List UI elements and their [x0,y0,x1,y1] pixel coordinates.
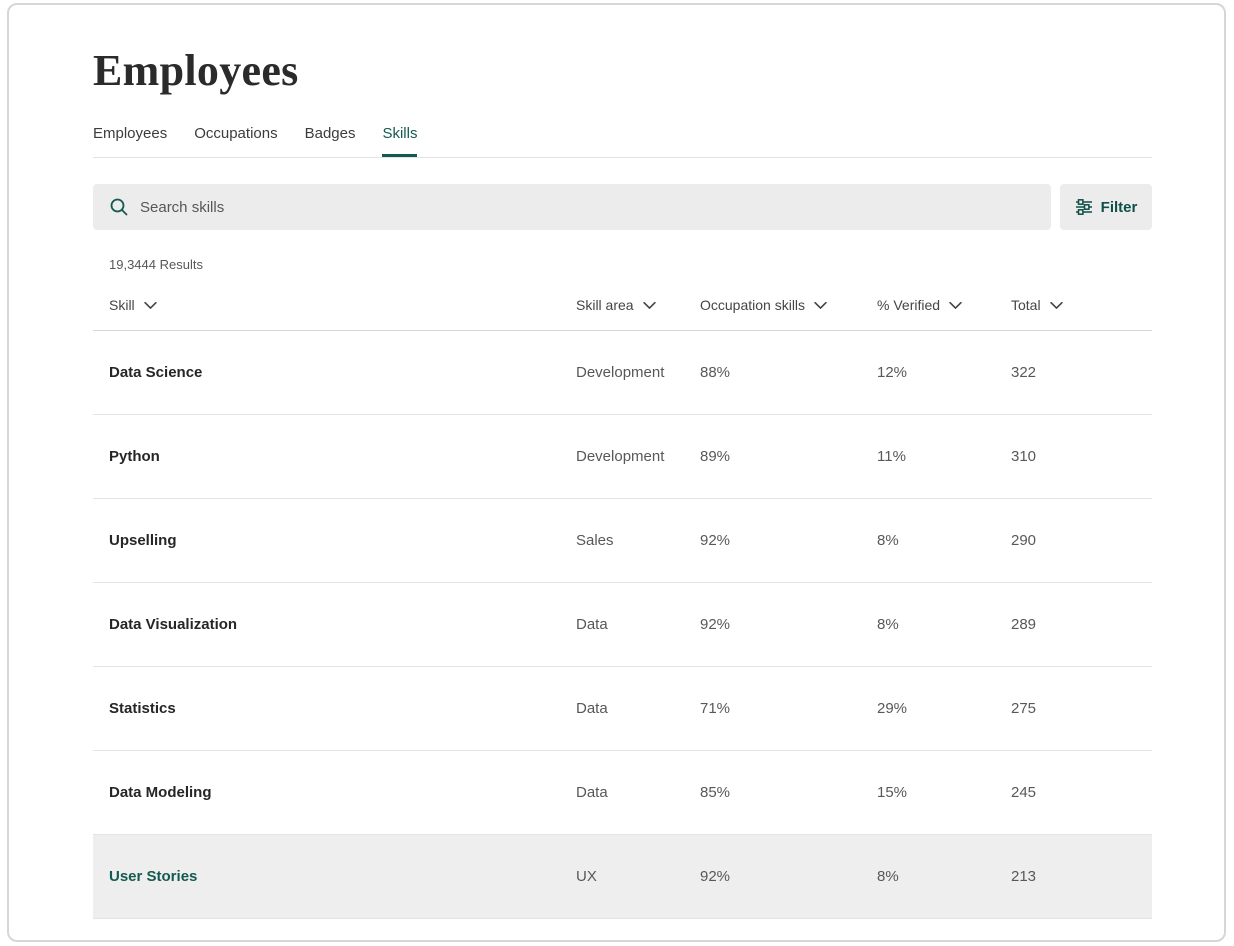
tab-skills[interactable]: Skills [382,125,417,157]
results-count: 19,3444 Results [93,257,1152,272]
skills-table: Skill Skill area Occupation skills % Ver… [93,279,1152,919]
table-header-row: Skill Skill area Occupation skills % Ver… [93,279,1152,331]
table-row[interactable]: Data Science Development 88% 12% 322 [93,331,1152,415]
cell-total: 290 [1011,532,1152,549]
page-frame: Employees Employees Occupations Badges Skil… [7,3,1226,942]
cell-total: 322 [1011,364,1152,381]
cell-skill-area: Data [576,784,700,801]
cell-pct-verified: 29% [877,700,1011,717]
column-header-skill-area[interactable]: Skill area [576,297,700,313]
table-row[interactable]: Python Development 89% 11% 310 [93,415,1152,499]
table-row[interactable]: Statistics Data 71% 29% 275 [93,667,1152,751]
page-title: Employees [93,47,1152,95]
cell-skill-area: Development [576,364,700,381]
cell-skill[interactable]: Statistics [109,700,576,717]
cell-skill[interactable]: Data Modeling [109,784,576,801]
chevron-down-icon [814,301,827,310]
cell-occupation-skills: 92% [700,532,877,549]
cell-total: 245 [1011,784,1152,801]
cell-pct-verified: 12% [877,364,1011,381]
cell-occupation-skills: 85% [700,784,877,801]
cell-total: 213 [1011,868,1152,885]
cell-skill[interactable]: Upselling [109,532,576,549]
column-header-total[interactable]: Total [1011,297,1152,313]
main-content: Employees Employees Occupations Badges Skil… [9,47,1152,919]
tab-badges[interactable]: Badges [305,125,356,157]
table-row[interactable]: Data Visualization Data 92% 8% 289 [93,583,1152,667]
cell-occupation-skills: 88% [700,364,877,381]
chevron-down-icon [949,301,962,310]
column-header-label: % Verified [877,297,940,313]
cell-pct-verified: 8% [877,616,1011,633]
cell-occupation-skills: 92% [700,616,877,633]
column-header-label: Skill area [576,297,634,313]
cell-occupation-skills: 89% [700,448,877,465]
cell-pct-verified: 8% [877,532,1011,549]
column-header-label: Occupation skills [700,297,805,313]
cell-skill-area: Development [576,448,700,465]
column-header--verified[interactable]: % Verified [877,297,1011,313]
cell-skill-area: Data [576,700,700,717]
cell-skill-area: Sales [576,532,700,549]
search-input[interactable] [140,199,1035,216]
chevron-down-icon [1050,301,1063,310]
filter-button[interactable]: Filter [1060,184,1152,230]
cell-occupation-skills: 92% [700,868,877,885]
table-row[interactable]: Data Modeling Data 85% 15% 245 [93,751,1152,835]
column-header-label: Total [1011,297,1041,313]
tab-bar: Employees Occupations Badges Skills [93,125,1152,158]
table-row[interactable]: User Stories UX 92% 8% 213 [93,835,1152,919]
filter-sliders-icon [1075,198,1093,216]
cell-pct-verified: 11% [877,448,1011,465]
column-header-skill[interactable]: Skill [109,297,576,313]
cell-total: 289 [1011,616,1152,633]
cell-occupation-skills: 71% [700,700,877,717]
cell-pct-verified: 15% [877,784,1011,801]
cell-skill-area: Data [576,616,700,633]
tab-occupations[interactable]: Occupations [194,125,277,157]
chevron-down-icon [643,301,656,310]
filter-button-label: Filter [1101,199,1138,216]
cell-skill[interactable]: Python [109,448,576,465]
cell-total: 310 [1011,448,1152,465]
column-header-label: Skill [109,297,135,313]
tab-employees[interactable]: Employees [93,125,167,157]
cell-total: 275 [1011,700,1152,717]
cell-skill[interactable]: User Stories [109,868,576,885]
column-header-occupation-skills[interactable]: Occupation skills [700,297,877,313]
table-body: Data Science Development 88% 12% 322 Pyt… [93,331,1152,919]
cell-pct-verified: 8% [877,868,1011,885]
cell-skill[interactable]: Data Science [109,364,576,381]
cell-skill[interactable]: Data Visualization [109,616,576,633]
chevron-down-icon [144,301,157,310]
search-box[interactable] [93,184,1051,230]
cell-skill-area: UX [576,868,700,885]
toolbar: Filter [93,184,1152,230]
table-row[interactable]: Upselling Sales 92% 8% 290 [93,499,1152,583]
search-icon [109,197,129,217]
